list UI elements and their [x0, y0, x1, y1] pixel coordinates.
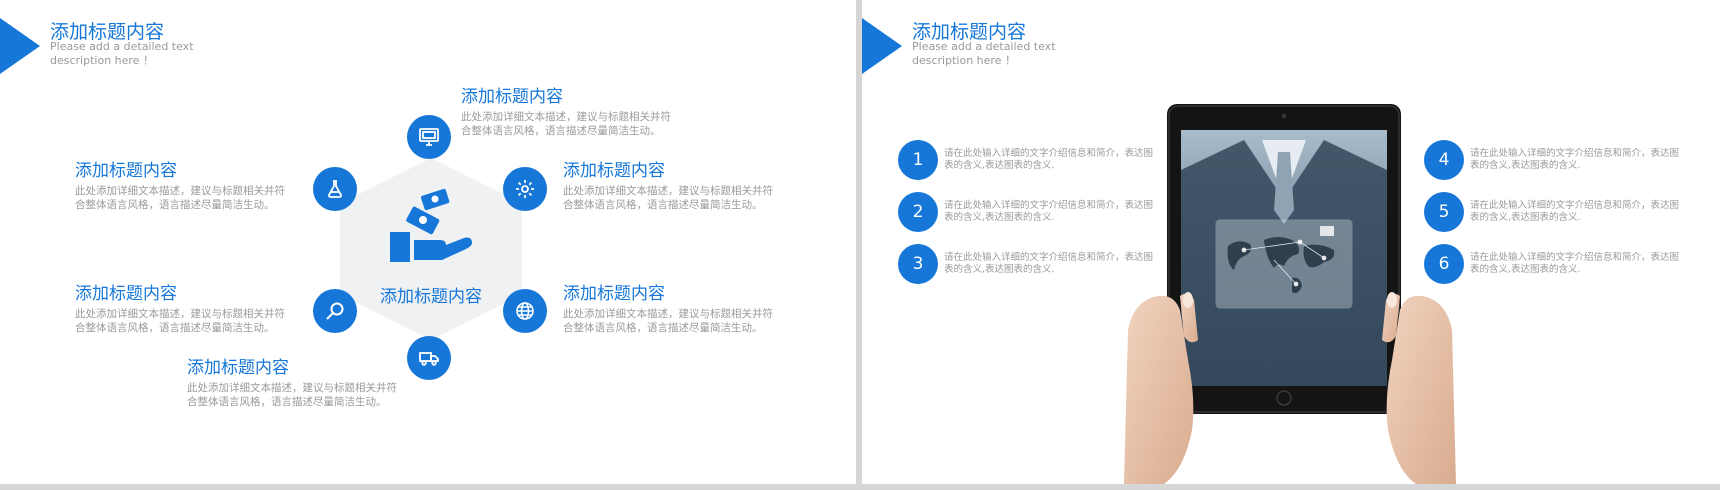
item-desc: 请在此处输入详细的文字介绍信息和简介，表达图表的含义,表达图表的含义. [944, 200, 1154, 223]
monitor-icon [419, 128, 439, 146]
slide-subtitle: Please add a detailed text description h… [50, 40, 194, 67]
feature-desc: 此处添加详细文本描述，建议与标题相关并符合整体语言风格，语言描述尽量简洁生动。 [75, 308, 285, 334]
feature-title: 添加标题内容 [75, 161, 177, 181]
item-desc: 请在此处输入详细的文字介绍信息和简介，表达图表的含义,表达图表的含义. [944, 148, 1154, 171]
number-badge: 1 [898, 140, 938, 180]
node-upper-right [503, 167, 547, 211]
feature-title: 添加标题内容 [75, 284, 177, 304]
node-lower-right [503, 289, 547, 333]
gear-icon [516, 180, 534, 198]
item-desc: 请在此处输入详细的文字介绍信息和简介，表达图表的含义,表达图表的含义. [1470, 148, 1680, 171]
feature-lower-right: 添加标题内容 此处添加详细文本描述，建议与标题相关并符合整体语言风格，语言描述尽… [563, 283, 778, 335]
tablet-image [1124, 104, 1456, 484]
node-top [407, 115, 451, 159]
slide-subtitle: Please add a detailed text description h… [912, 40, 1056, 67]
node-upper-left [313, 167, 357, 211]
item-desc: 请在此处输入详细的文字介绍信息和简介，表达图表的含义,表达图表的含义. [1470, 200, 1680, 223]
feature-title: 添加标题内容 [563, 284, 665, 304]
node-lower-left [313, 289, 357, 333]
corner-arrow-decoration [0, 18, 40, 74]
feature-upper-left: 添加标题内容 此处添加详细文本描述，建议与标题相关并符合整体语言风格，语言描述尽… [75, 160, 290, 212]
truck-icon [419, 352, 439, 366]
number-badge: 2 [898, 192, 938, 232]
feature-title: 添加标题内容 [461, 87, 563, 107]
feature-bottom: 添加标题内容 此处添加详细文本描述，建议与标题相关并符合整体语言风格，语言描述尽… [187, 357, 402, 409]
feature-desc: 此处添加详细文本描述，建议与标题相关并符合整体语言风格，语言描述尽量简洁生动。 [563, 308, 773, 334]
search-icon [326, 302, 344, 320]
item-desc: 请在此处输入详细的文字介绍信息和简介，表达图表的含义,表达图表的含义. [1470, 252, 1680, 275]
feature-title: 添加标题内容 [187, 358, 289, 378]
money-hand-icon [390, 188, 472, 262]
feature-upper-right: 添加标题内容 此处添加详细文本描述，建议与标题相关并符合整体语言风格，语言描述尽… [563, 160, 778, 212]
feature-desc: 此处添加详细文本描述，建议与标题相关并符合整体语言风格，语言描述尽量简洁生动。 [461, 111, 671, 137]
globe-icon [516, 302, 534, 320]
corner-arrow-decoration [862, 18, 902, 74]
slide-right: 添加标题内容 Please add a detailed text descri… [862, 0, 1720, 484]
feature-top: 添加标题内容 此处添加详细文本描述，建议与标题相关并符合整体语言风格，语言描述尽… [461, 86, 676, 138]
feature-desc: 此处添加详细文本描述，建议与标题相关并符合整体语言风格，语言描述尽量简洁生动。 [187, 382, 397, 408]
feature-title: 添加标题内容 [563, 161, 665, 181]
slide-left: 添加标题内容 Please add a detailed text descri… [0, 0, 856, 484]
number-badge: 3 [898, 244, 938, 284]
center-label: 添加标题内容 [380, 287, 482, 307]
feature-desc: 此处添加详细文本描述，建议与标题相关并符合整体语言风格，语言描述尽量简洁生动。 [75, 185, 285, 211]
flask-icon [328, 180, 342, 198]
feature-desc: 此处添加详细文本描述，建议与标题相关并符合整体语言风格，语言描述尽量简洁生动。 [563, 185, 773, 211]
feature-lower-left: 添加标题内容 此处添加详细文本描述，建议与标题相关并符合整体语言风格，语言描述尽… [75, 283, 290, 335]
item-desc: 请在此处输入详细的文字介绍信息和简介，表达图表的含义,表达图表的含义. [944, 252, 1154, 275]
node-bottom [407, 336, 451, 380]
